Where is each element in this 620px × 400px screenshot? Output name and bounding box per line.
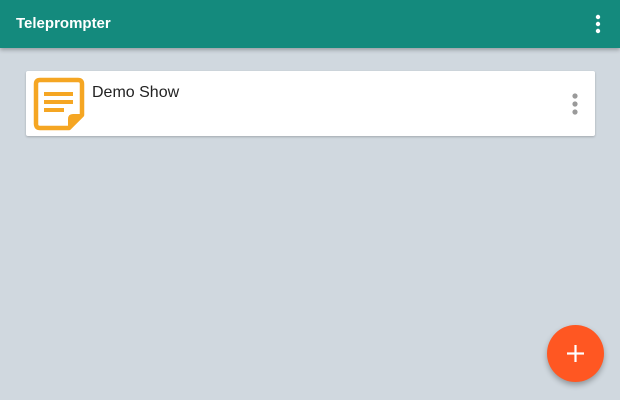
more-vert-icon (595, 14, 601, 34)
add-script-button[interactable] (547, 325, 604, 382)
app-bar: Teleprompter (0, 0, 620, 48)
app-title: Teleprompter (16, 15, 111, 32)
note-icon (33, 77, 85, 131)
script-menu-button[interactable] (567, 92, 583, 116)
more-vert-icon (572, 93, 578, 115)
script-card-demo-show[interactable]: Demo Show (26, 71, 595, 136)
script-title: Demo Show (92, 84, 180, 101)
plus-icon (567, 345, 584, 362)
overflow-menu-button[interactable] (586, 12, 610, 36)
